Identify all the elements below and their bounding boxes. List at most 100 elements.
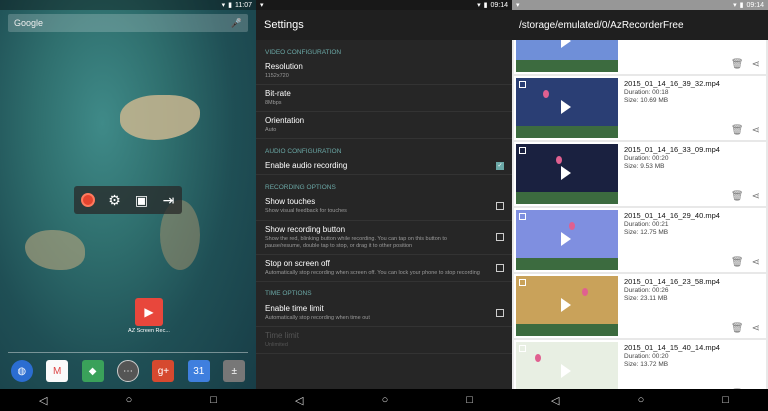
file-row[interactable]: 2015_01_14_16_23_58.mp4 Duration: 00:26 Si…: [514, 274, 766, 338]
back-icon[interactable]: ◁: [551, 394, 559, 407]
file-row[interactable]: 2015_01_14_16_39_32.mp4 Duration: 00:18 Si…: [514, 76, 766, 140]
settings-section-header: AUDIO CONFIGURATION: [265, 147, 342, 155]
nav-bar: ◁ ○ □: [0, 389, 256, 411]
recents-icon[interactable]: □: [722, 394, 729, 406]
select-checkbox[interactable]: [519, 81, 526, 88]
share-icon[interactable]: ⋖: [752, 323, 760, 334]
video-thumbnail[interactable]: [516, 40, 618, 72]
google-search-bar[interactable]: Google 🎤: [8, 14, 248, 32]
video-thumbnail[interactable]: [516, 210, 618, 270]
back-icon[interactable]: ◁: [295, 394, 303, 407]
earth-app-icon[interactable]: ◍: [10, 360, 33, 382]
settings-item-summary: Automatically stop recording when time o…: [265, 314, 370, 321]
thumbnail-ground: [516, 60, 618, 72]
file-row[interactable]: 2015_01_14_16_33_09.mp4 Duration: 00:20 Si…: [514, 142, 766, 206]
file-actions: 🗑 ⋖: [731, 125, 760, 136]
delete-icon[interactable]: 🗑: [731, 59, 744, 70]
recents-icon[interactable]: □: [210, 394, 217, 406]
share-icon[interactable]: ⋖: [752, 59, 760, 70]
settings-item-summary: 8Mbps: [265, 100, 282, 107]
wallpaper-shape: [120, 95, 200, 140]
video-thumbnail[interactable]: [516, 342, 618, 389]
google-plus-app-icon[interactable]: g+: [152, 360, 175, 382]
notification-icon: ▾: [260, 2, 264, 9]
settings-item[interactable]: Orientation Auto: [256, 112, 512, 140]
file-duration: Duration: 00:20: [624, 155, 669, 162]
checkbox[interactable]: [496, 233, 504, 242]
select-checkbox[interactable]: [519, 213, 526, 220]
file-row[interactable]: Size: 8.96 MB🗑⋖: [514, 40, 766, 74]
delete-icon[interactable]: 🗑: [731, 191, 744, 202]
mic-icon[interactable]: 🎤: [231, 18, 242, 29]
gallery-button[interactable]: ▣: [133, 191, 151, 209]
settings-section-header: TIME OPTIONS: [265, 290, 312, 298]
file-actions: 🗑 ⋖: [731, 323, 760, 334]
file-row[interactable]: 2015_01_14_15_40_14.mp4 Duration: 00:20 Si…: [514, 340, 766, 389]
file-name: 2015_01_14_16_29_40.mp4: [624, 211, 720, 220]
thumbnail-ground: [516, 324, 618, 336]
wifi-icon: ▾: [221, 2, 226, 9]
settings-item-title: Bit-rate: [265, 89, 291, 99]
delete-icon[interactable]: 🗑: [731, 125, 744, 136]
checkbox[interactable]: [496, 263, 504, 272]
settings-item[interactable]: Show touches Show visual feedback for tou…: [256, 193, 512, 221]
image-icon: ▣: [134, 191, 149, 208]
select-checkbox[interactable]: [519, 279, 526, 286]
settings-item[interactable]: Stop on screen off Automatically stop rec…: [256, 255, 512, 282]
settings-item[interactable]: Show recording button Show the red, blink…: [256, 221, 512, 255]
status-time: 11:07: [235, 1, 252, 9]
search-label: Google: [14, 18, 44, 28]
settings-item[interactable]: Bit-rate 8Mbps: [256, 85, 512, 113]
home-icon[interactable]: ○: [382, 394, 389, 406]
file-info: 2015_01_14_15_40_14.mp4 Duration: 00:20 Si…: [620, 340, 766, 389]
record-button[interactable]: [79, 191, 97, 209]
exit-button[interactable]: ⇥: [160, 191, 178, 209]
thumbnail-ground: [516, 192, 618, 204]
settings-button[interactable]: ⚙: [106, 191, 124, 209]
az-screen-recorder-app-icon[interactable]: ▶: [135, 298, 163, 326]
notification-icon: ▾: [516, 2, 520, 9]
settings-item-title: Enable time limit: [265, 303, 324, 313]
settings-screen: ▾ ▾ ▮ 09:14 Settings VIDEO CONFIGURATION…: [256, 0, 512, 411]
checkbox[interactable]: ✓: [496, 161, 504, 170]
share-icon[interactable]: ⋖: [752, 257, 760, 268]
select-checkbox[interactable]: [519, 147, 526, 154]
gmail-app-icon[interactable]: M: [46, 360, 69, 382]
file-row[interactable]: 2015_01_14_16_29_40.mp4 Duration: 00:21 Si…: [514, 208, 766, 272]
maps-app-icon[interactable]: ◆: [81, 360, 104, 382]
share-icon[interactable]: ⋖: [752, 125, 760, 136]
delete-icon[interactable]: 🗑: [731, 257, 744, 268]
app-drawer-icon[interactable]: ⋯: [116, 360, 139, 382]
file-duration: Duration: 00:21: [624, 221, 669, 228]
checkbox[interactable]: [496, 309, 504, 318]
home-icon[interactable]: ○: [126, 394, 133, 406]
camera-icon: ▶: [144, 305, 154, 319]
play-icon: [561, 298, 571, 312]
thumbnail-ground: [516, 126, 618, 138]
dock-divider: [8, 352, 248, 353]
calculator-app-icon[interactable]: ±: [223, 360, 246, 382]
home-icon[interactable]: ○: [638, 394, 645, 406]
file-size: Size: 13.72 MB: [624, 361, 669, 368]
settings-item[interactable]: Enable time limit Automatically stop reco…: [256, 300, 512, 328]
file-name: 2015_01_14_15_40_14.mp4: [624, 343, 720, 352]
settings-item[interactable]: Enable audio recording ✓: [256, 157, 512, 176]
share-icon[interactable]: ⋖: [752, 191, 760, 202]
settings-item-title: Stop on screen off: [265, 258, 330, 268]
back-icon[interactable]: ◁: [39, 394, 47, 407]
settings-item-title: Orientation: [265, 116, 305, 126]
calendar-app-icon[interactable]: 31: [187, 360, 210, 382]
settings-item[interactable]: Resolution 1152x720: [256, 58, 512, 86]
recents-icon[interactable]: □: [466, 394, 473, 406]
delete-icon[interactable]: 🗑: [731, 323, 744, 334]
select-checkbox[interactable]: [519, 345, 526, 352]
video-thumbnail[interactable]: [516, 276, 618, 336]
file-size: Size: 12.75 MB: [624, 229, 669, 236]
checkbox[interactable]: [496, 202, 504, 211]
video-thumbnail[interactable]: [516, 78, 618, 138]
video-thumbnail[interactable]: [516, 144, 618, 204]
status-bar: ▾ ▮ 11:07: [0, 0, 256, 10]
file-actions: 🗑 ⋖: [731, 257, 760, 268]
file-size: Size: 9.53 MB: [624, 163, 665, 170]
balloon-icon: [569, 222, 575, 230]
